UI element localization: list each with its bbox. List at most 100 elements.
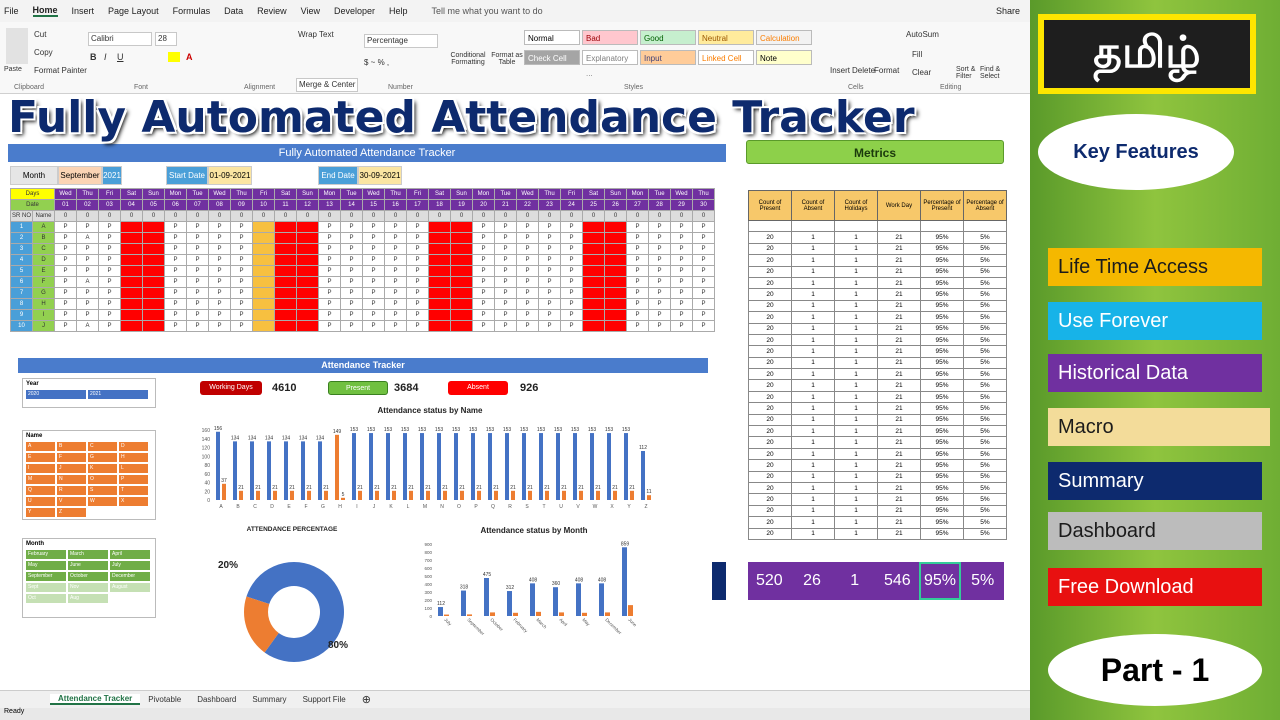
name-slicer-item[interactable]: Q (26, 486, 55, 495)
attendance-cell[interactable]: P (76, 287, 99, 299)
italic-button[interactable]: I (104, 52, 107, 62)
attendance-cell[interactable]: P (54, 265, 77, 277)
clear-button[interactable]: Clear (912, 68, 931, 77)
attendance-cell[interactable]: W (274, 265, 297, 277)
menu-insert[interactable]: Insert (72, 6, 95, 16)
attendance-cell[interactable]: P (318, 309, 341, 321)
name-slicer[interactable]: Name A B C D E F G H I J K L M N O P Q R S T U V W X Y Z (22, 430, 156, 520)
attendance-cell[interactable]: P (472, 287, 495, 299)
name-slicer-item[interactable]: F (57, 453, 86, 462)
attendance-cell[interactable]: P (406, 254, 429, 266)
number-format-field[interactable]: Percentage (364, 34, 438, 48)
attendance-cell[interactable] (252, 276, 275, 288)
attendance-cell[interactable]: P (54, 221, 77, 233)
attendance-cell[interactable]: P (362, 320, 385, 332)
attendance-cell[interactable]: P (340, 298, 363, 310)
style-note[interactable]: Note (756, 50, 812, 65)
attendance-cell[interactable]: P (186, 287, 209, 299)
attendance-cell[interactable]: W (120, 232, 143, 244)
attendance-cell[interactable]: P (406, 309, 429, 321)
find-select-button[interactable]: Find & Select (980, 66, 1006, 80)
font-size-field[interactable]: 28 (155, 32, 177, 46)
attendance-cell[interactable]: P (384, 243, 407, 255)
attendance-cell[interactable]: P (648, 298, 671, 310)
name-slicer-item[interactable]: U (26, 497, 55, 506)
attendance-cell[interactable]: P (362, 276, 385, 288)
attendance-cell[interactable]: W (428, 254, 451, 266)
attendance-cell[interactable]: W (450, 287, 473, 299)
attendance-cell[interactable]: W (274, 298, 297, 310)
attendance-cell[interactable]: P (670, 320, 693, 332)
attendance-cell[interactable]: W (296, 287, 319, 299)
attendance-cell[interactable]: P (384, 265, 407, 277)
attendance-cell[interactable]: P (98, 221, 121, 233)
sheet-tabs[interactable]: Attendance Tracker Pivotable Dashboard Summ… (0, 690, 1030, 708)
attendance-cell[interactable]: W (604, 254, 627, 266)
attendance-cell[interactable]: P (516, 243, 539, 255)
attendance-cell[interactable]: W (582, 276, 605, 288)
attendance-cell[interactable]: P (76, 254, 99, 266)
attendance-cell[interactable]: P (560, 265, 583, 277)
attendance-cell[interactable]: W (582, 309, 605, 321)
attendance-cell[interactable]: P (54, 254, 77, 266)
attendance-cell[interactable]: W (120, 265, 143, 277)
attendance-cell[interactable]: P (318, 287, 341, 299)
attendance-cell[interactable]: P (472, 320, 495, 332)
attendance-cell[interactable]: P (230, 298, 253, 310)
attendance-cell[interactable]: P (538, 309, 561, 321)
attendance-cell[interactable]: P (494, 254, 517, 266)
cut-button[interactable]: Cut (34, 30, 46, 39)
menu-formulas[interactable]: Formulas (173, 6, 211, 16)
attendance-cell[interactable]: P (670, 265, 693, 277)
attendance-cell[interactable]: W (296, 265, 319, 277)
month-slicer-item[interactable]: Sept (26, 583, 66, 592)
attendance-cell[interactable]: P (340, 320, 363, 332)
attendance-cell[interactable] (252, 221, 275, 233)
attendance-cell[interactable]: P (54, 243, 77, 255)
attendance-cell[interactable]: W (296, 254, 319, 266)
attendance-cell[interactable]: P (98, 276, 121, 288)
attendance-cell[interactable]: P (494, 276, 517, 288)
attendance-cell[interactable]: P (538, 265, 561, 277)
name-slicer-item[interactable]: K (88, 464, 117, 473)
attendance-cell[interactable]: P (318, 276, 341, 288)
attendance-cell[interactable]: P (230, 221, 253, 233)
name-slicer-item[interactable]: X (119, 497, 148, 506)
attendance-cell[interactable]: P (186, 298, 209, 310)
attendance-cell[interactable]: P (340, 276, 363, 288)
attendance-cell[interactable]: P (98, 243, 121, 255)
attendance-cell[interactable]: P (648, 309, 671, 321)
name-slicer-item[interactable]: Z (57, 508, 86, 517)
attendance-cell[interactable]: P (76, 298, 99, 310)
format-painter-button[interactable]: Format Painter (34, 66, 87, 75)
attendance-cell[interactable]: W (428, 232, 451, 244)
attendance-cell[interactable]: P (560, 276, 583, 288)
attendance-cell[interactable]: P (406, 221, 429, 233)
attendance-cell[interactable]: P (626, 254, 649, 266)
attendance-cell[interactable]: P (406, 320, 429, 332)
attendance-cell[interactable]: P (384, 276, 407, 288)
sort-filter-button[interactable]: Sort & Filter (956, 66, 980, 80)
month-slicer-item[interactable]: September (26, 572, 66, 581)
attendance-cell[interactable]: P (340, 309, 363, 321)
attendance-cell[interactable]: P (164, 298, 187, 310)
attendance-cell[interactable]: P (516, 298, 539, 310)
attendance-cell[interactable]: P (384, 320, 407, 332)
attendance-cell[interactable]: W (274, 309, 297, 321)
name-slicer-item[interactable]: T (119, 486, 148, 495)
attendance-cell[interactable]: W (274, 243, 297, 255)
name-slicer-item[interactable]: M (26, 475, 55, 484)
attendance-cell[interactable]: W (582, 232, 605, 244)
end-date-value[interactable]: 30-09-2021 (358, 166, 402, 185)
attendance-cell[interactable]: P (98, 298, 121, 310)
style-linked-cell[interactable]: Linked Cell (698, 50, 754, 65)
month-slicer-item[interactable]: July (110, 561, 150, 570)
attendance-cell[interactable]: P (186, 265, 209, 277)
name-slicer-item[interactable]: N (57, 475, 86, 484)
attendance-cell[interactable] (252, 232, 275, 244)
attendance-cell[interactable]: W (142, 232, 165, 244)
tell-me-search[interactable]: Tell me what you want to do (432, 6, 543, 16)
attendance-cell[interactable]: P (76, 221, 99, 233)
attendance-cell[interactable]: P (340, 232, 363, 244)
attendance-cell[interactable]: P (626, 221, 649, 233)
